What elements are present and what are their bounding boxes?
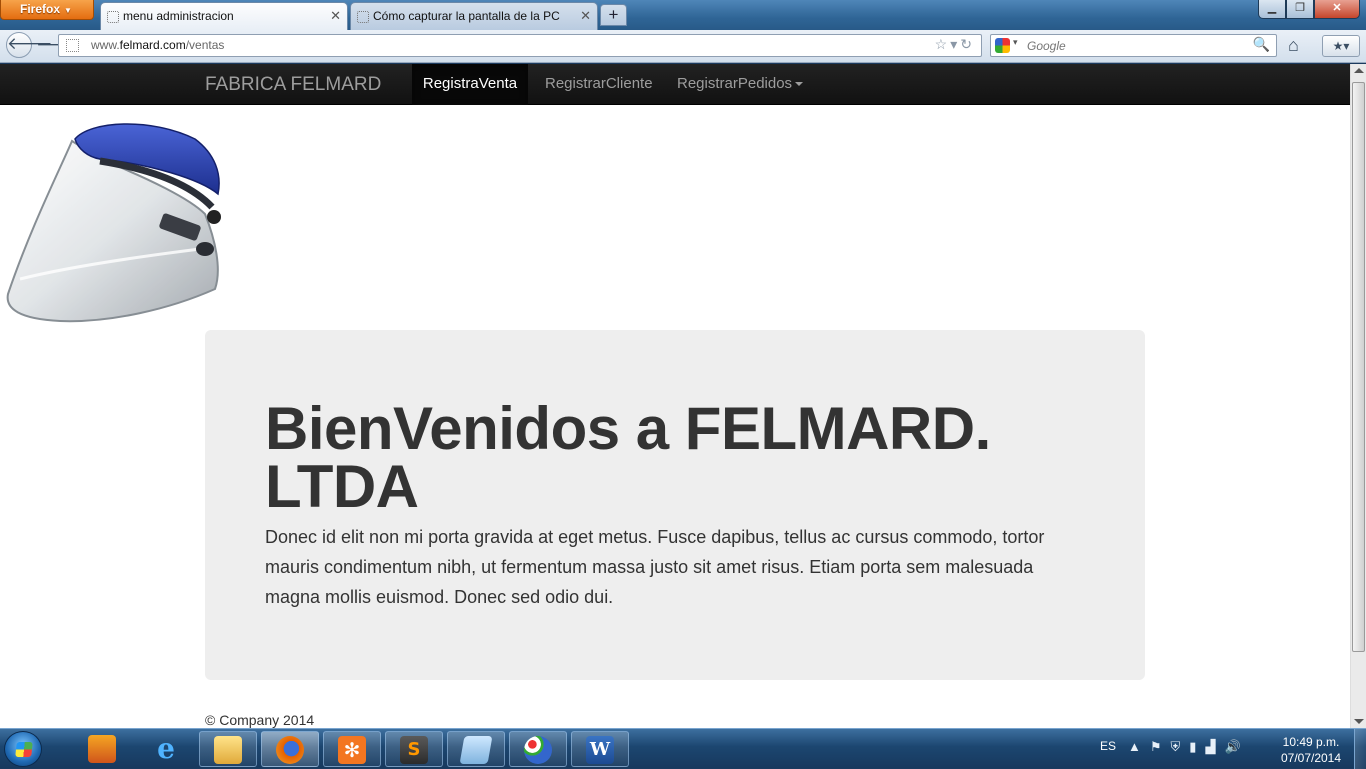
scroll-down-icon[interactable] [1354,719,1364,724]
close-window-button[interactable]: ✕ [1314,0,1360,19]
start-button[interactable] [4,731,42,767]
windows-logo-icon [15,742,33,757]
home-icon[interactable]: ⌂ [1288,35,1299,56]
firefox-menu-button[interactable]: Firefox ▼ [0,0,94,20]
new-tab-button[interactable]: + [600,4,627,26]
page-title: BienVenidos a FELMARD. LTDA [265,395,991,520]
nav-registrar-cliente[interactable]: RegistrarCliente [545,64,653,105]
url-tools: ☆▾↻ [935,36,975,53]
notepad-icon [459,736,493,764]
chevron-down-icon: ▼ [64,6,72,15]
close-icon[interactable]: ✕ [580,8,591,24]
battery-icon[interactable]: ▮ [1189,739,1205,754]
site-navbar: FABRICA FELMARD RegistraVenta RegistrarC… [0,64,1350,105]
face-shield-image [6,123,221,323]
clock-date: 07/07/2014 [1280,751,1342,765]
taskbar-internet-explorer[interactable]: e [140,731,192,767]
paint-icon [524,736,552,764]
internet-explorer-icon: e [157,732,175,765]
intro-paragraph: Donec id elit non mi porta gravida at eg… [265,527,1045,607]
bookmarks-icon: ★▾ [1332,39,1350,53]
page-viewport: FABRICA FELMARD RegistraVenta RegistrarC… [0,64,1350,728]
system-clock[interactable]: 10:49 p.m. 07/07/2014 [1278,734,1344,766]
site-brand[interactable]: FABRICA FELMARD [205,74,381,96]
network-signal-icon[interactable]: ▟ [1205,739,1224,754]
show-hidden-icons-icon[interactable]: ▲ [1128,739,1150,754]
tab-title: Cómo capturar la pantalla de la PC [373,9,560,23]
footer-copyright: © Company 2014 [205,712,315,728]
minimize-button[interactable]: ▁ [1258,0,1286,19]
search-icon[interactable]: 🔍 [1253,36,1270,53]
jumbotron: BienVenidos a FELMARD. LTDA Donec id eli… [205,330,1145,680]
action-center-icon[interactable]: ⚑ [1150,739,1171,754]
volume-icon[interactable]: 🔊 [1224,739,1249,754]
security-shield-icon[interactable]: ⛨ [1171,739,1190,754]
url-path: /ventas [185,38,225,52]
scroll-thumb[interactable] [1352,82,1365,652]
vertical-scrollbar[interactable] [1350,64,1366,728]
xampp-icon: ✻ [338,736,366,764]
site-identity-icon [66,39,79,52]
window-controls: ▁ ❐ ✕ [1258,0,1360,19]
taskbar-firefox[interactable] [261,731,319,767]
close-icon[interactable]: ✕ [330,8,341,24]
clock-time: 10:49 p.m. [1282,735,1340,749]
taskbar-sublime-text[interactable]: S [385,731,443,767]
nav-registra-venta[interactable]: RegistraVenta [412,64,528,105]
taskbar-notepad[interactable] [447,731,505,767]
taskbar-file-explorer[interactable] [199,731,257,767]
url-host: felmard.com [119,38,186,52]
taskbar-paint[interactable] [509,731,567,767]
caret-down-icon [795,82,804,87]
reload-icon[interactable]: ↻ [960,36,975,52]
media-player-icon [88,735,116,763]
word-icon: W [586,736,614,764]
sublime-text-icon: S [400,736,428,764]
language-indicator[interactable]: ES [1100,739,1116,753]
address-bar[interactable]: www.felmard.com/ventas ☆▾↻ [58,34,982,57]
search-placeholder: Google [1027,39,1066,53]
nav-registrar-pedidos-label: RegistrarPedidos [677,75,793,92]
back-button[interactable]: 🡐 [6,32,53,58]
taskbar: e ✻ S W ES ▲⚑⛨▮▟🔊 10:49 p.m. 07/07/2014 [0,728,1366,769]
taskbar-xampp[interactable]: ✻ [323,731,381,767]
tab-title: menu administracion [123,9,234,23]
scroll-up-icon[interactable] [1354,68,1364,73]
browser-titlebar: Firefox ▼ menu administracion ✕ Cómo capt… [0,0,1366,30]
bookmarks-menu-button[interactable]: ★▾ [1322,35,1360,57]
show-desktop-button[interactable] [1354,729,1366,769]
firefox-menu-label: Firefox [20,2,61,16]
bookmark-star-icon[interactable]: ☆ [935,36,951,52]
taskbar-word[interactable]: W [571,731,629,767]
taskbar-media-player[interactable] [76,731,128,767]
firefox-icon [276,736,304,764]
tab-menu-administracion[interactable]: menu administracion ✕ [100,2,348,30]
browser-toolbar: 🡐 🡒 www.felmard.com/ventas ☆▾↻ ▾ Google … [0,30,1366,63]
history-dropdown-icon[interactable]: ▾ [950,36,960,52]
tab-capturar-pantalla[interactable]: Cómo capturar la pantalla de la PC ✕ [350,2,598,30]
chevron-down-icon[interactable]: ▾ [1013,37,1018,48]
nav-registrar-pedidos[interactable]: RegistrarPedidos [677,64,804,105]
maximize-button[interactable]: ❐ [1286,0,1314,19]
file-explorer-icon [214,736,242,764]
google-icon[interactable] [995,38,1010,53]
system-tray: ▲⚑⛨▮▟🔊 [1128,739,1250,755]
page-icon [107,11,119,23]
page-icon [357,11,369,23]
url-prefix: www. [91,38,120,52]
search-input[interactable]: ▾ Google 🔍 [990,34,1277,57]
